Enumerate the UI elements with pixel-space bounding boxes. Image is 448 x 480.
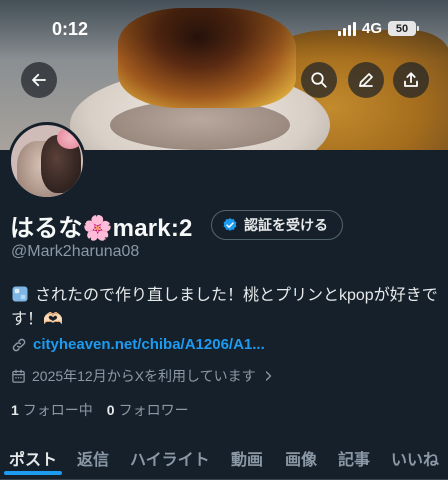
share-button[interactable] (393, 62, 429, 98)
avatar[interactable] (8, 122, 86, 200)
following-label: フォロー中 (22, 402, 93, 418)
calendar-icon (12, 369, 25, 383)
back-arrow-icon (32, 73, 46, 87)
tab-images[interactable]: 画像 (285, 436, 317, 480)
battery-icon: 50 (388, 21, 419, 36)
network-label: 4G (361, 20, 382, 37)
edit-button[interactable] (348, 62, 384, 98)
website-row[interactable]: cityheaven.net/chiba/A1206/A1... (11, 336, 265, 353)
following-count: 1 (11, 402, 19, 418)
search-button[interactable] (301, 62, 337, 98)
tab-videos[interactable]: 動画 (231, 436, 263, 480)
joined-date: 2025年12月からXを利用しています (32, 368, 256, 384)
battery-level: 50 (395, 22, 409, 35)
profile-bio: されたので作り直しました！桃とプリンとkpopが好きです！🫶🏻 (11, 284, 441, 332)
back-button[interactable] (21, 62, 57, 98)
followers-link[interactable]: 0 フォロワー (107, 400, 189, 420)
follow-stats: 1 フォロー中 0 フォロワー (11, 400, 189, 420)
pencil-icon (359, 73, 373, 87)
link-icon (12, 338, 26, 351)
profile-tabs: ポスト 返信 ハイライト 動画 画像 記事 いいね (0, 436, 448, 480)
following-link[interactable]: 1 フォロー中 (11, 400, 93, 420)
tab-highlights[interactable]: ハイライト (130, 436, 210, 480)
signal-icon (337, 21, 356, 36)
display-name: はるな🌸mark:2 (10, 215, 193, 242)
get-verified-button[interactable]: 認証を受ける (211, 210, 343, 240)
share-icon (404, 72, 418, 87)
tab-likes[interactable]: いいね (391, 436, 439, 480)
followers-count: 0 (106, 402, 115, 418)
tab-replies[interactable]: 返信 (77, 436, 109, 480)
chevron-right-icon (265, 371, 271, 381)
user-handle: @Mark2haruna08 (11, 243, 140, 260)
avatar-flower (57, 127, 83, 149)
website-link[interactable]: cityheaven.net/chiba/A1206/A1... (33, 336, 265, 353)
active-tab-indicator (4, 471, 62, 475)
tab-articles[interactable]: 記事 (338, 436, 370, 480)
joined-row[interactable]: 2025年12月からXを利用しています (11, 366, 274, 386)
status-time: 0:12 (52, 19, 89, 39)
search-icon (311, 72, 327, 88)
followers-label: フォロワー (118, 402, 189, 418)
ice-cube-icon (12, 286, 28, 302)
verified-badge-icon (223, 218, 237, 231)
get-verified-label: 認証を受ける (244, 217, 328, 233)
name-row: はるな🌸mark:2 (10, 208, 193, 243)
bio-text: されたので作り直しました！桃とプリンとkpopが好きです！🫶🏻 (11, 287, 438, 328)
status-indicators: 4G 50 (337, 20, 419, 37)
